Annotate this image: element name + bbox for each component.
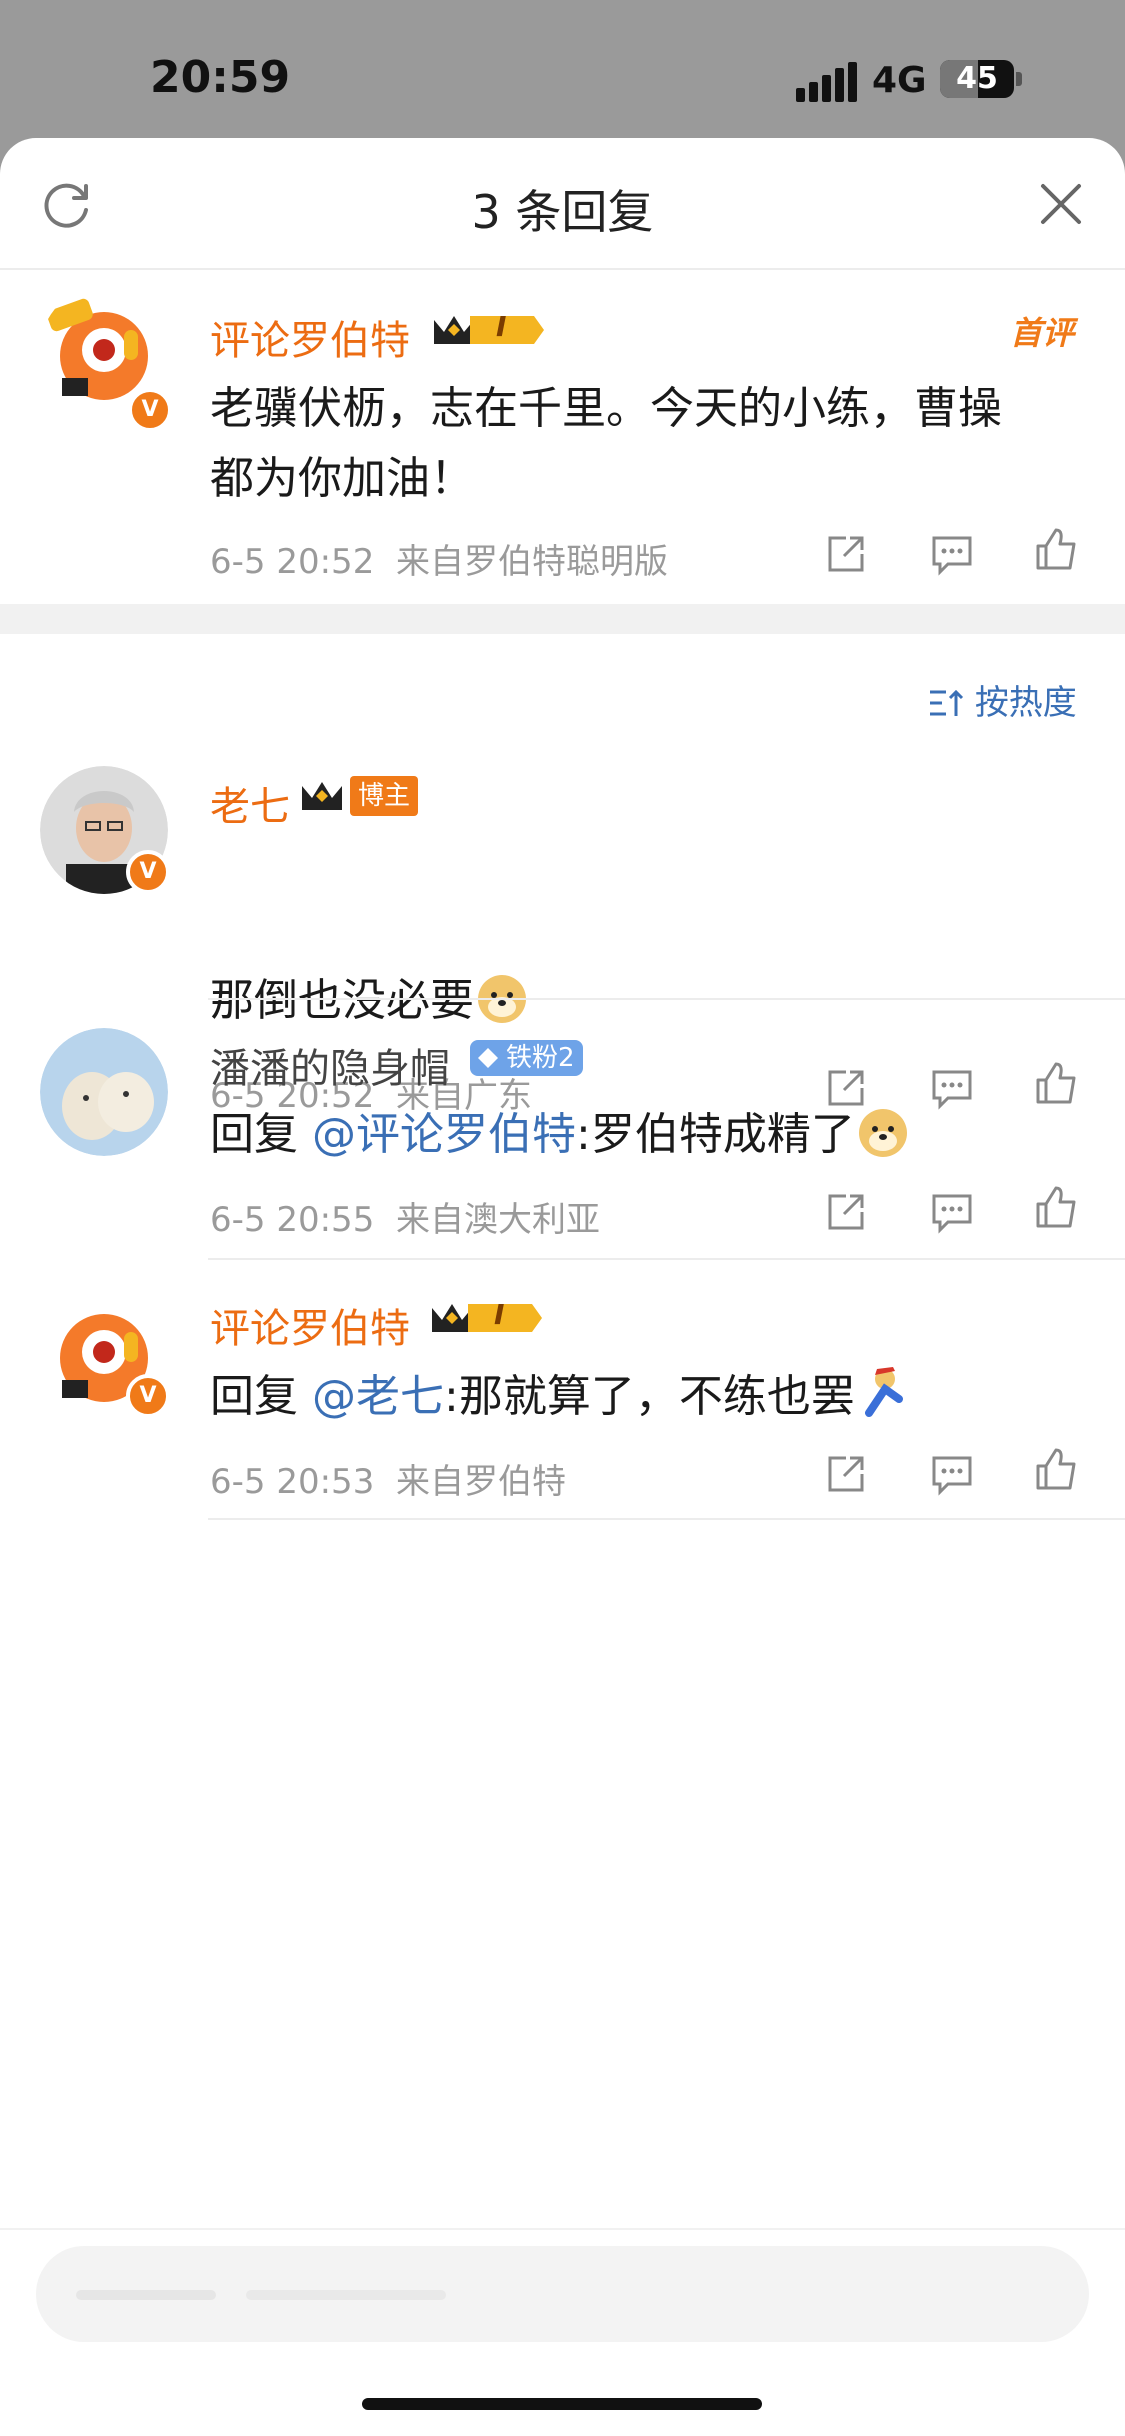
divider: [208, 1518, 1125, 1520]
username[interactable]: 评论罗伯特: [210, 1296, 410, 1354]
signal-icon: [796, 62, 857, 102]
reply-text: 回复 @老七:那就算了，不练也罢: [210, 1362, 911, 1432]
username[interactable]: 评论罗伯特: [210, 308, 410, 366]
reply-input[interactable]: [36, 2246, 1089, 2342]
crown-level-icon: [434, 316, 544, 344]
input-placeholder-blur: [76, 2290, 446, 2300]
home-indicator: [362, 2398, 762, 2410]
reply-body: :那就算了，不练也罢: [444, 1371, 855, 1422]
comment-source: 来自罗伯特聪明版: [395, 542, 668, 582]
comment-icon[interactable]: [928, 1064, 976, 1112]
battery-icon: 45: [940, 60, 1014, 98]
sheet-header: 3 条回复: [0, 138, 1125, 270]
cheer-emoji-icon: [864, 1367, 903, 1417]
reply-time: 6-5 20:53: [210, 1462, 375, 1502]
like-icon[interactable]: [1032, 1446, 1080, 1494]
sort-label: 按热度: [974, 683, 1077, 723]
battery-tip: [1016, 72, 1022, 86]
doge-emoji-icon: [478, 975, 526, 1023]
composer-divider: [0, 2228, 1125, 2230]
status-time: 20:59: [150, 52, 291, 103]
network-type: 4G: [872, 60, 927, 101]
replies-sheet: 3 条回复 V 评论罗伯特 I 首评 老骥伏枥，志在千里。今天的小练，曹操都为你…: [0, 138, 1125, 2436]
comment-icon[interactable]: [928, 1188, 976, 1236]
reply-body: :罗伯特成精了: [576, 1109, 855, 1160]
level-label: I: [494, 1298, 505, 1331]
mention-link[interactable]: @老七: [312, 1371, 444, 1422]
diamond-icon: [478, 1048, 498, 1068]
verified-badge: V: [126, 1374, 170, 1418]
reply-text: 回复 @评论罗伯特:罗伯特成精了: [210, 1100, 911, 1170]
status-bar: 20:59 4G 45: [0, 0, 1125, 140]
doge-emoji-icon: [858, 1109, 907, 1157]
blogger-badge: 博主: [350, 776, 419, 816]
section-gap: [0, 604, 1125, 634]
mention-link[interactable]: @评论罗伯特: [312, 1109, 576, 1160]
fan-badge-label: 铁粉2: [506, 1043, 575, 1073]
divider: [208, 998, 1125, 1000]
comment-text: 老骥伏枥，志在千里。今天的小练，曹操都为你加油！: [210, 383, 1002, 504]
share-icon[interactable]: [822, 530, 870, 578]
verified-badge: V: [128, 388, 172, 432]
verified-badge: V: [126, 850, 170, 894]
comment-time: 6-5 20:52: [210, 542, 375, 582]
username[interactable]: 潘潘的隐身帽: [210, 1036, 450, 1094]
first-comment-tag: 首评: [1010, 314, 1075, 352]
crown-level-icon: [302, 782, 342, 810]
page-title: 3 条回复: [471, 185, 654, 239]
share-icon[interactable]: [822, 1188, 870, 1236]
reply-source: 来自罗伯特: [395, 1462, 566, 1502]
level-label: I: [496, 310, 507, 343]
close-icon[interactable]: [1035, 178, 1087, 230]
divider: [208, 1258, 1125, 1260]
comment-icon[interactable]: [928, 1450, 976, 1498]
avatar[interactable]: [40, 1028, 168, 1156]
reply-prefix: 回复: [210, 1371, 312, 1422]
iron-fan-badge: 铁粉2: [470, 1040, 583, 1076]
reply-body: 那倒也没必要: [210, 975, 474, 1026]
reply-source: 来自澳大利亚: [395, 1200, 600, 1240]
like-icon[interactable]: [1032, 1060, 1080, 1108]
sort-icon: [930, 689, 964, 716]
reply-text: 那倒也没必要: [210, 966, 530, 1036]
crown-level-icon: [432, 1304, 542, 1332]
reply-prefix: 回复: [210, 1109, 312, 1160]
reply-time: 6-5 20:55: [210, 1200, 375, 1240]
username[interactable]: 老七: [210, 774, 290, 832]
share-icon[interactable]: [822, 1450, 870, 1498]
comment-icon[interactable]: [928, 530, 976, 578]
sort-button[interactable]: 按热度: [928, 675, 1077, 724]
like-icon[interactable]: [1032, 526, 1080, 574]
battery-level: 45: [956, 61, 998, 96]
like-icon[interactable]: [1032, 1184, 1080, 1232]
